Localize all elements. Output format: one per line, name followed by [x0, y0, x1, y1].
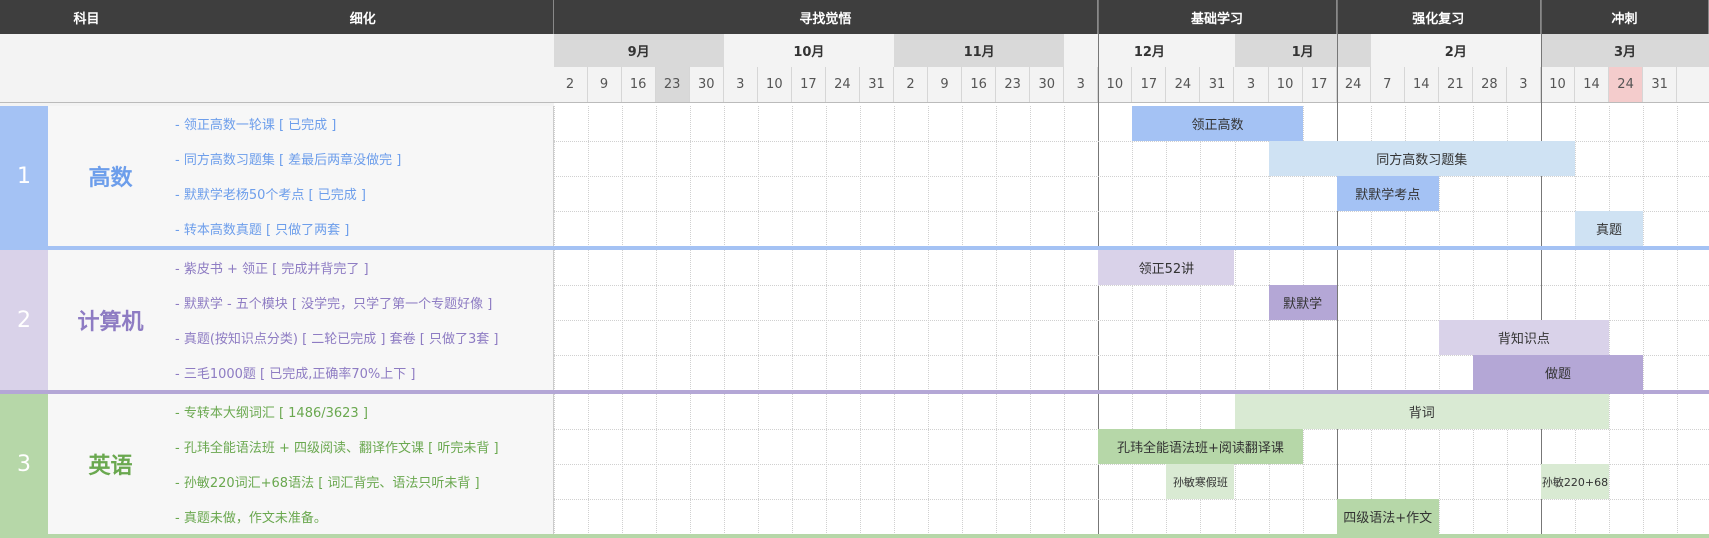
week-tick-label: 17	[1303, 67, 1337, 102]
task-label: - 转本高数真题 [ 只做了两套 ]	[173, 211, 554, 246]
task-bar: 背知识点	[1439, 320, 1609, 355]
task-bar: 真题	[1575, 211, 1643, 246]
week-tick-label: 2	[894, 67, 928, 102]
gantt-chart: 科目细化寻找觉悟基础学习强化复习冲刺9月10月11月12月1月2月3月29162…	[0, 0, 1709, 529]
week-tick-label: 10	[1098, 67, 1132, 102]
row-divider	[554, 211, 1709, 212]
week-tick-label: 3	[724, 67, 758, 102]
task-label: - 紫皮书 + 领正 [ 完成并背完了 ]	[173, 250, 554, 285]
header-bottom-border	[0, 102, 1709, 103]
week-tick-label: 9	[588, 67, 622, 102]
task-label: - 真题(按知识点分类) [ 二轮已完成 ] 套卷 [ 只做了3套 ]	[173, 320, 554, 355]
month-label: 10月	[724, 34, 894, 67]
week-tick-label: 9	[928, 67, 962, 102]
week-tick-label: 7	[1371, 67, 1405, 102]
subject-number: 2	[0, 250, 48, 390]
task-label: - 三毛1000题 [ 已完成,正确率70%上下 ]	[173, 355, 554, 390]
month-label: 3月	[1541, 34, 1709, 67]
row-divider	[554, 285, 1709, 286]
week-tick-label: 17	[1132, 67, 1166, 102]
week-tick-label: 31	[1643, 67, 1677, 102]
task-bar: 同方高数习题集	[1269, 141, 1575, 176]
week-tick-label: 14	[1405, 67, 1439, 102]
task-label: - 孔玮全能语法班 + 四级阅读、翻译作文课 [ 听完未背 ]	[173, 429, 554, 464]
task-label: - 领正高数一轮课 [ 已完成 ]	[173, 106, 554, 141]
task-bar: 做题	[1473, 355, 1643, 390]
week-tick-label: 24	[826, 67, 860, 102]
task-label: - 默默学 - 五个模块 [ 没学完，只学了第一个专题好像 ]	[173, 285, 554, 320]
week-tick-label: 23	[656, 67, 690, 102]
row-divider	[554, 464, 1709, 465]
task-bar: 默默学	[1269, 285, 1337, 320]
subject-column-header: 科目	[0, 0, 173, 34]
week-tick-label: 28	[1473, 67, 1507, 102]
month-label: 11月	[894, 34, 1064, 67]
task-bar: 背词	[1235, 394, 1610, 429]
week-tick-label: 17	[792, 67, 826, 102]
phase-header: 冲刺	[1541, 0, 1709, 34]
phase-header: 寻找觉悟	[554, 0, 1099, 34]
task-label: - 同方高数习题集 [ 差最后两章没做完 ]	[173, 141, 554, 176]
week-tick-label: 16	[962, 67, 996, 102]
month-label: 12月	[1064, 34, 1234, 67]
week-tick-label: 31	[1200, 67, 1234, 102]
task-label: - 专转本大纲词汇 [ 1486/3623 ]	[173, 394, 554, 429]
phase-header: 基础学习	[1098, 0, 1336, 34]
week-tick-label: 24	[1609, 67, 1643, 102]
task-label: - 孙敏220词汇+68语法 [ 词汇背完、语法只听未背 ]	[173, 464, 554, 499]
phase-divider	[1541, 0, 1542, 535]
month-label: 2月	[1371, 34, 1541, 67]
subject-name: 高数	[48, 106, 173, 246]
week-tick-label: 2	[554, 67, 588, 102]
row-divider	[554, 499, 1709, 500]
week-tick-label: 16	[622, 67, 656, 102]
task-bar: 领正52讲	[1098, 250, 1234, 285]
week-tick-label: 3	[1064, 67, 1098, 102]
subject-number: 1	[0, 106, 48, 246]
subject-separator	[0, 534, 1709, 538]
week-tick-label: 10	[1269, 67, 1303, 102]
week-tick-label: 21	[1439, 67, 1473, 102]
detail-column-header: 细化	[173, 0, 554, 34]
task-label: - 默默学老杨50个考点 [ 已完成 ]	[173, 176, 554, 211]
week-tick-label: 3	[1507, 67, 1541, 102]
week-tick-label: 24	[1166, 67, 1200, 102]
week-tick-label: 31	[860, 67, 894, 102]
row-divider	[554, 176, 1709, 177]
task-bar: 默默学考点	[1337, 176, 1439, 211]
month-label: 1月	[1235, 34, 1371, 67]
phase-divider	[1337, 0, 1338, 535]
week-tick-label: 10	[1541, 67, 1575, 102]
week-tick-label: 30	[690, 67, 724, 102]
week-tick-label: 23	[996, 67, 1030, 102]
header-left-blank	[0, 34, 554, 106]
phase-header: 强化复习	[1337, 0, 1541, 34]
month-label: 9月	[554, 34, 724, 67]
week-tick-label: 24	[1337, 67, 1371, 102]
task-bar: 孙敏220+68	[1541, 464, 1609, 499]
subject-name: 计算机	[48, 250, 173, 390]
task-bar: 孙敏寒假班	[1166, 464, 1234, 499]
week-tick-label: 3	[1235, 67, 1269, 102]
task-bar: 孔玮全能语法班+阅读翻译课	[1098, 429, 1302, 464]
week-tick-label: 30	[1030, 67, 1064, 102]
subject-name: 英语	[48, 394, 173, 534]
week-tick-label: 14	[1575, 67, 1609, 102]
week-tick-label: 10	[758, 67, 792, 102]
subject-number: 3	[0, 394, 48, 534]
task-bar: 领正高数	[1132, 106, 1302, 141]
